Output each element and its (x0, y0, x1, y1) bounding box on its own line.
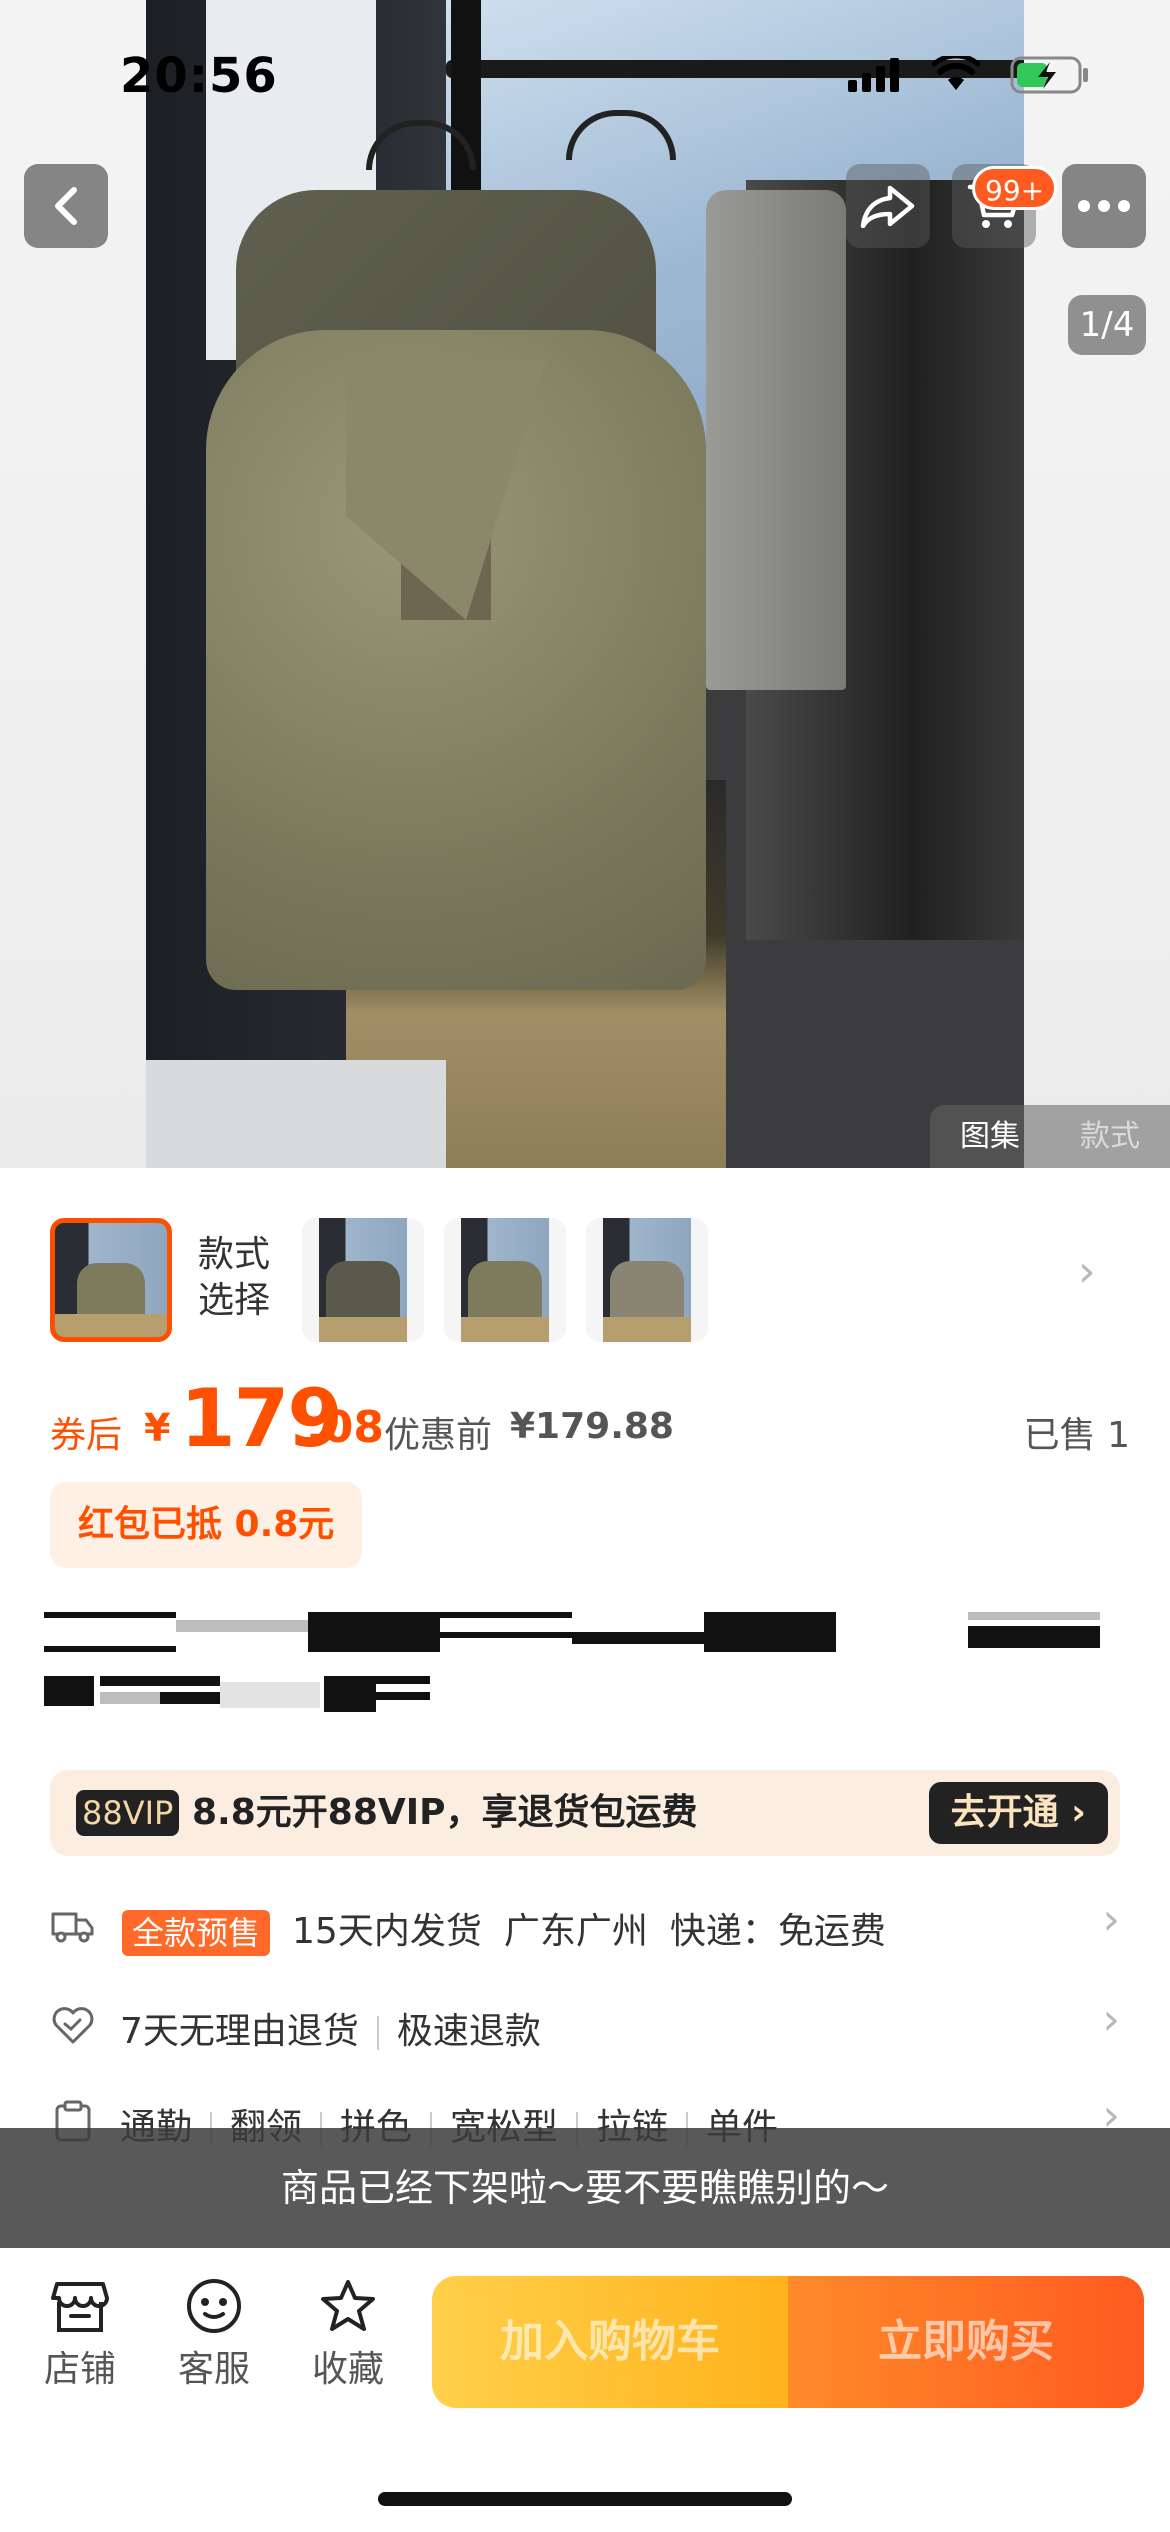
variant-thumbnail[interactable] (444, 1218, 566, 1342)
variant-label-line: 选择 (198, 1280, 271, 1321)
variant-thumbnail[interactable] (302, 1218, 424, 1342)
service-label: 客服 (177, 2349, 250, 2390)
redaction-bar (440, 1632, 572, 1638)
vip-banner[interactable]: 88VIP 8.8元开88VIP，享退货包运费 去开通 › (50, 1770, 1120, 1856)
thumbnail-image (603, 1317, 691, 1342)
status-time: 20:56 (120, 48, 278, 104)
price-decimal: .08 (306, 1402, 384, 1453)
chat-icon (187, 2279, 241, 2333)
variant-selector[interactable]: 款式 选择 › (0, 1210, 1170, 1350)
vip-text: 8.8元开88VIP，享退货包运费 (192, 1792, 698, 1833)
thumbnail-image (319, 1317, 407, 1342)
redaction-bar (44, 1676, 94, 1706)
original-price-label: 优惠前 (384, 1415, 493, 1456)
redaction-bar (704, 1612, 836, 1652)
variant-thumbnail[interactable] (50, 1218, 172, 1342)
more-button[interactable] (1062, 164, 1146, 248)
red-packet-badge[interactable]: 红包已抵 0.8元 (50, 1482, 363, 1568)
redaction-bar (44, 1612, 176, 1618)
signal-icon (848, 58, 899, 92)
service-info: 7天无理由退货 极速退款 (120, 2002, 541, 2054)
service-refund: 极速退款 (396, 2011, 541, 2052)
thumbnail-image (461, 1317, 549, 1342)
redaction-bar (100, 1692, 160, 1704)
shop-icon (51, 2282, 109, 2332)
vip-logo: 88VIP (76, 1790, 180, 1836)
tab-gallery[interactable]: 图集 (930, 1105, 1050, 1168)
redaction-bar (968, 1612, 1100, 1620)
delisted-toast: 商品已经下架啦～要不要瞧瞧别的～ (0, 2128, 1170, 2248)
tab-style[interactable]: 款式 (1050, 1105, 1170, 1168)
favorite-label: 收藏 (311, 2349, 384, 2390)
redaction-bar (968, 1626, 1100, 1648)
shipping-row[interactable]: 全款预售 15天内发货 广东广州 快递：免运费 › (50, 1890, 1120, 1960)
cart-badge: 99+ (972, 166, 1058, 210)
truck-icon (51, 1912, 94, 1943)
shop-label: 店铺 (43, 2349, 116, 2390)
redaction-bar (308, 1612, 440, 1652)
back-button[interactable] (24, 164, 108, 248)
shipping-time: 15天内发货 (292, 1911, 482, 1952)
home-indicator (378, 2492, 792, 2506)
shipping-info: 全款预售 15天内发货 广东广州 快递：免运费 (122, 1902, 886, 1956)
share-icon (860, 185, 915, 228)
photo-floor (146, 1060, 446, 1168)
wifi-icon (932, 56, 980, 90)
heart-check-icon (52, 2007, 94, 2044)
redaction-bar (160, 1692, 220, 1704)
photo-shirts (706, 190, 846, 690)
customer-service-button[interactable]: 客服 (164, 2278, 264, 2392)
presale-badge: 全款预售 (122, 1910, 271, 1956)
thumbnail-image (55, 1314, 167, 1337)
price-prefix: 券后 (50, 1415, 123, 1456)
chevron-left-icon (55, 187, 77, 225)
service-return: 7天无理由退货 (120, 2011, 359, 2052)
vip-open-button[interactable]: 去开通 › (928, 1782, 1108, 1844)
divider (376, 2016, 379, 2050)
sold-count: 已售 1 (1023, 1415, 1130, 1456)
redaction-bar (220, 1682, 320, 1708)
star-icon (321, 2280, 375, 2331)
product-image-gallery[interactable]: 20:56 99+ 1/4 图集 款式 (0, 0, 1170, 1168)
redaction-bar (376, 1676, 430, 1684)
variant-label[interactable]: 款式 选择 (198, 1232, 278, 1324)
shipping-fee: 快递：免运费 (669, 1911, 886, 1952)
original-price: ¥179.88 (510, 1406, 674, 1447)
redaction-bar (376, 1692, 430, 1700)
redaction-bar (100, 1676, 220, 1686)
variant-thumbnail[interactable] (586, 1218, 708, 1342)
shipping-origin: 广东广州 (503, 1911, 648, 1952)
add-to-cart-button[interactable]: 加入购物车 (432, 2276, 788, 2408)
product-title-redacted (44, 1612, 1124, 1728)
chevron-right-icon: › (1102, 1994, 1120, 2045)
price-row: 券后 ¥ 179 .08 优惠前 ¥179.88 已售 1 (50, 1368, 1130, 1468)
redaction-bar (440, 1612, 572, 1618)
status-bar: 20:56 (0, 0, 1170, 150)
battery-icon (1010, 56, 1088, 94)
image-pager: 1/4 (1068, 295, 1146, 355)
redaction-bar (44, 1646, 176, 1652)
bottom-action-bar: 店铺 客服 收藏 加入购物车 立即购买 (0, 2248, 1170, 2532)
buy-now-button[interactable]: 立即购买 (788, 2276, 1144, 2408)
service-row[interactable]: 7天无理由退货 极速退款 › (50, 1990, 1120, 2060)
share-button[interactable] (846, 164, 930, 248)
chevron-right-icon[interactable]: › (1078, 1246, 1096, 1297)
shop-button[interactable]: 店铺 (30, 2278, 130, 2392)
favorite-button[interactable]: 收藏 (298, 2278, 398, 2392)
redaction-bar (176, 1620, 308, 1632)
more-icon (1078, 200, 1130, 212)
redaction-bar (324, 1676, 376, 1712)
redaction-bar (572, 1632, 704, 1644)
variant-label-line: 款式 (198, 1234, 271, 1275)
chevron-right-icon: › (1102, 1894, 1120, 1945)
price-currency: ¥ (144, 1406, 171, 1450)
